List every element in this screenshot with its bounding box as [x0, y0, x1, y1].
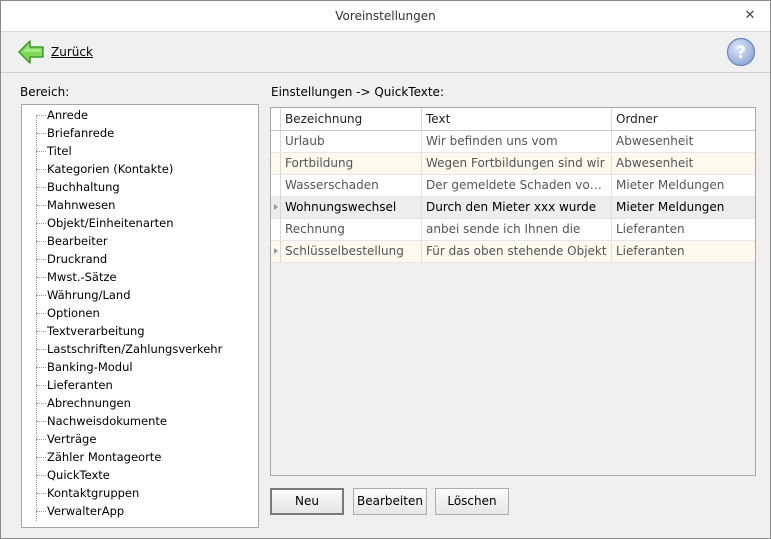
cell-ordner: Abwesenheit [616, 156, 694, 170]
tree-item[interactable]: Währung/Land [22, 286, 252, 304]
current-row-arrow-icon [274, 204, 278, 210]
tree-item[interactable]: VerwalterApp [22, 502, 252, 520]
cell-ordner: Abwesenheit [616, 134, 694, 148]
title-bar: Voreinstellungen ✕ [1, 1, 770, 32]
cell-bezeichnung: Wohnungswechsel [281, 197, 422, 218]
window-title: Voreinstellungen [335, 9, 436, 23]
tree-item[interactable]: Mahnwesen [22, 196, 252, 214]
settings-path-label: Einstellungen -> QuickTexte: [271, 85, 444, 99]
table-row[interactable]: Schlüsselbestellung Für das oben stehend… [271, 241, 755, 263]
column-header-text[interactable]: Text [422, 108, 612, 130]
table-row-selected[interactable]: Wohnungswechsel Durch den Mieter xxx wur… [271, 197, 755, 219]
quicktexte-grid[interactable]: Bezeichnung Text Ordner Urlaub Wir befin… [270, 107, 756, 476]
row-arrow-icon [274, 248, 278, 254]
navigation-bar: Zurück ? [1, 32, 770, 73]
cell-bezeichnung: Fortbildung [281, 153, 422, 174]
tree-item[interactable]: Textverarbeitung [22, 322, 252, 340]
tree-item[interactable]: Bearbeiter [22, 232, 252, 250]
cell-bezeichnung: Wasserschaden [281, 175, 422, 196]
tree-item-quicktexte[interactable]: QuickTexte [22, 466, 252, 484]
tree-item[interactable]: Abrechnungen [22, 394, 252, 412]
tree-item[interactable]: Optionen [22, 304, 252, 322]
cell-text: Für das oben stehende Objekt [422, 241, 612, 262]
tree-item[interactable]: Kategorien (Kontakte) [22, 160, 252, 178]
settings-tree[interactable]: Anrede Briefanrede Titel Kategorien (Kon… [21, 104, 259, 528]
tree-item[interactable]: Mwst.-Sätze [22, 268, 252, 286]
row-indicator-header [271, 108, 281, 130]
table-row[interactable]: Rechnung anbei sende ich Ihnen die Liefe… [271, 219, 755, 241]
row-indicator [271, 197, 281, 218]
back-button[interactable]: Zurück [17, 38, 93, 66]
arrow-left-icon [17, 39, 45, 65]
svg-text:?: ? [736, 43, 746, 63]
tree-item[interactable]: Nachweisdokumente [22, 412, 252, 430]
cell-ordner: Mieter Meldungen [616, 200, 725, 214]
area-label: Bereich: [20, 85, 70, 99]
row-indicator [271, 131, 281, 152]
delete-button[interactable]: Löschen [435, 488, 509, 515]
preferences-window: Voreinstellungen ✕ Zurück ? Bereich: Ein… [0, 0, 771, 539]
table-row[interactable]: Wasserschaden Der gemeldete Schaden vom … [271, 175, 755, 197]
cell-text: Durch den Mieter xxx wurde [422, 197, 612, 218]
help-icon[interactable]: ? [726, 37, 756, 70]
row-indicator [271, 175, 281, 196]
cell-text: Wegen Fortbildungen sind wir [422, 153, 612, 174]
tree-item[interactable]: Anrede [22, 106, 252, 124]
column-header-ordner[interactable]: Ordner [612, 108, 755, 130]
cell-bezeichnung: Rechnung [281, 219, 422, 240]
tree-item[interactable]: Titel [22, 142, 252, 160]
cell-ordner: Mieter Meldungen [616, 178, 725, 192]
tree-item[interactable]: Objekt/Einheitenarten [22, 214, 252, 232]
tree-item[interactable]: Banking-Modul [22, 358, 252, 376]
tree-item[interactable]: Buchhaltung [22, 178, 252, 196]
cell-text: Wir befinden uns vom [422, 131, 612, 152]
new-button[interactable]: Neu [270, 488, 344, 515]
tree-item[interactable]: Briefanrede [22, 124, 252, 142]
column-header-bezeichnung[interactable]: Bezeichnung [281, 108, 422, 130]
tree-item[interactable]: Zähler Montageorte [22, 448, 252, 466]
edit-button[interactable]: Bearbeiten [353, 488, 427, 515]
cell-bezeichnung: Urlaub [281, 131, 422, 152]
tree-item[interactable]: Verträge [22, 430, 252, 448]
cell-text: Der gemeldete Schaden vom ... [422, 175, 612, 196]
row-indicator [271, 219, 281, 240]
table-row[interactable]: Fortbildung Wegen Fortbildungen sind wir… [271, 153, 755, 175]
back-label: Zurück [51, 45, 93, 59]
tree-item[interactable]: Druckrand [22, 250, 252, 268]
cell-ordner: Lieferanten [616, 244, 685, 258]
row-indicator [271, 241, 281, 262]
tree-item[interactable]: Kontaktgruppen [22, 484, 252, 502]
cell-text: anbei sende ich Ihnen die [422, 219, 612, 240]
grid-header: Bezeichnung Text Ordner [271, 108, 755, 131]
tree-item[interactable]: Lieferanten [22, 376, 252, 394]
cell-bezeichnung: Schlüsselbestellung [281, 241, 422, 262]
row-indicator [271, 153, 281, 174]
tree-item[interactable]: Lastschriften/Zahlungsverkehr [22, 340, 252, 358]
close-icon[interactable]: ✕ [744, 9, 756, 22]
table-row[interactable]: Urlaub Wir befinden uns vom Abwesenheit [271, 131, 755, 153]
cell-ordner: Lieferanten [616, 222, 685, 236]
